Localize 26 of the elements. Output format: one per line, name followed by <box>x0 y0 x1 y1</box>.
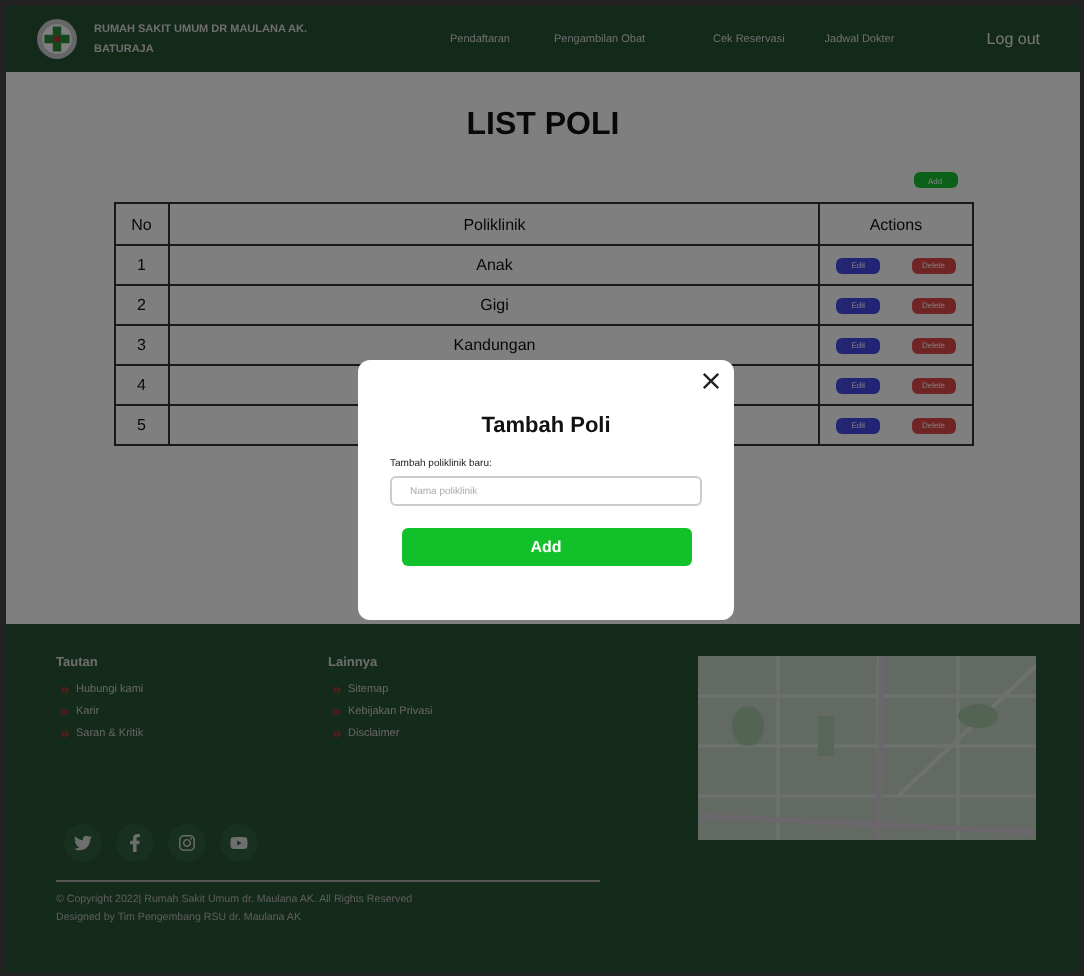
table-cell: 5 <box>114 405 170 445</box>
close-icon[interactable] <box>702 372 720 390</box>
logout-link[interactable]: Log out <box>986 30 1040 48</box>
table-cell: Anak <box>169 245 820 285</box>
chevron-icon <box>60 730 70 738</box>
chevron-icon <box>332 730 342 738</box>
chevron-icon <box>60 708 70 716</box>
play-icon[interactable] <box>220 824 258 862</box>
modal-title: Tambah Poli <box>481 414 611 438</box>
table-cell: 4 <box>114 365 170 405</box>
chevron-icon <box>332 708 342 716</box>
chevron-icon <box>60 686 70 694</box>
page-title: LIST POLI <box>466 108 620 144</box>
column-header: No <box>114 203 170 245</box>
bird-icon[interactable] <box>64 824 102 862</box>
column-header: Poliklinik <box>169 203 820 245</box>
table-cell: 1 <box>114 245 170 285</box>
letter-f-icon[interactable] <box>116 824 154 862</box>
add-button[interactable]: Add <box>401 528 691 566</box>
chevron-icon <box>332 686 342 694</box>
table-cell: Gigi <box>169 285 820 325</box>
table-cell: 3 <box>114 325 170 365</box>
hospital-logo-icon <box>36 18 78 60</box>
table-cell: 2 <box>114 285 170 325</box>
column-header: Actions <box>819 203 972 245</box>
camera-icon[interactable] <box>168 824 206 862</box>
